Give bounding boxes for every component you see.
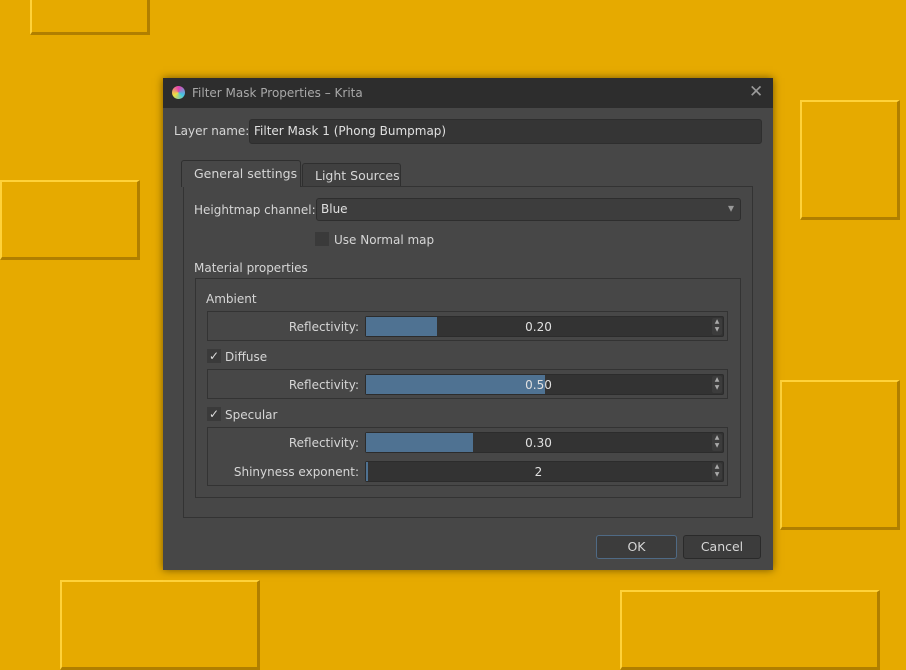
use-normal-map-label[interactable]: Use Normal map — [334, 233, 434, 247]
background-pattern — [780, 380, 900, 530]
diffuse-reflectivity-slider[interactable]: 0.50 ▲ ▼ — [365, 374, 724, 395]
specular-reflectivity-slider[interactable]: 0.30 ▲ ▼ — [365, 432, 724, 453]
shininess-exponent-label: Shinyness exponent: — [233, 465, 359, 479]
ok-button[interactable]: OK — [596, 535, 677, 559]
chevron-down-icon: ▾ — [727, 201, 734, 215]
ambient-title: Ambient — [206, 292, 257, 306]
tab-general-settings[interactable]: General settings — [181, 160, 301, 187]
spin-arrows-icon[interactable]: ▲ ▼ — [712, 318, 722, 335]
background-pattern — [620, 590, 880, 670]
background-pattern — [30, 0, 150, 35]
background-pattern — [60, 580, 260, 670]
spin-arrows-icon[interactable]: ▲ ▼ — [712, 434, 722, 451]
layer-name-label: Layer name: — [174, 124, 250, 138]
heightmap-channel-select[interactable]: Blue ▾ — [316, 198, 741, 221]
specular-reflectivity-value: 0.30 — [525, 436, 552, 450]
cancel-button[interactable]: Cancel — [683, 535, 761, 559]
material-properties-title: Material properties — [194, 261, 308, 275]
title-bar[interactable]: Filter Mask Properties – Krita ✕ — [163, 78, 773, 108]
diffuse-reflectivity-label: Reflectivity: — [288, 378, 359, 392]
shininess-exponent-slider[interactable]: 2 ▲ ▼ — [365, 461, 724, 482]
krita-app-icon — [172, 86, 185, 99]
ambient-reflectivity-slider[interactable]: 0.20 ▲ ▼ — [365, 316, 724, 337]
diffuse-checkbox[interactable]: ✓ — [207, 349, 221, 363]
diffuse-reflectivity-value: 0.50 — [525, 378, 552, 392]
spin-arrows-icon[interactable]: ▲ ▼ — [712, 463, 722, 480]
background-pattern — [0, 180, 140, 260]
layer-name-input[interactable]: Filter Mask 1 (Phong Bumpmap) — [249, 119, 762, 144]
tab-label: General settings — [194, 166, 298, 181]
filter-mask-properties-dialog: Filter Mask Properties – Krita ✕ Layer n… — [163, 78, 773, 570]
specular-title[interactable]: Specular — [225, 408, 277, 422]
close-icon[interactable]: ✕ — [749, 82, 763, 102]
diffuse-title[interactable]: Diffuse — [225, 350, 267, 364]
tab-light-sources[interactable]: Light Sources — [302, 163, 401, 186]
specular-reflectivity-label: Reflectivity: — [288, 436, 359, 450]
ambient-reflectivity-value: 0.20 — [525, 320, 552, 334]
window-title: Filter Mask Properties – Krita — [192, 86, 363, 100]
use-normal-map-checkbox[interactable] — [315, 232, 329, 246]
heightmap-channel-label: Heightmap channel: — [194, 203, 316, 217]
ambient-reflectivity-label: Reflectivity: — [288, 320, 359, 334]
shininess-exponent-value: 2 — [534, 465, 543, 479]
background-pattern — [800, 100, 900, 220]
spin-arrows-icon[interactable]: ▲ ▼ — [712, 376, 722, 393]
heightmap-channel-value: Blue — [321, 202, 348, 216]
tab-label: Light Sources — [315, 168, 400, 183]
specular-checkbox[interactable]: ✓ — [207, 407, 221, 421]
